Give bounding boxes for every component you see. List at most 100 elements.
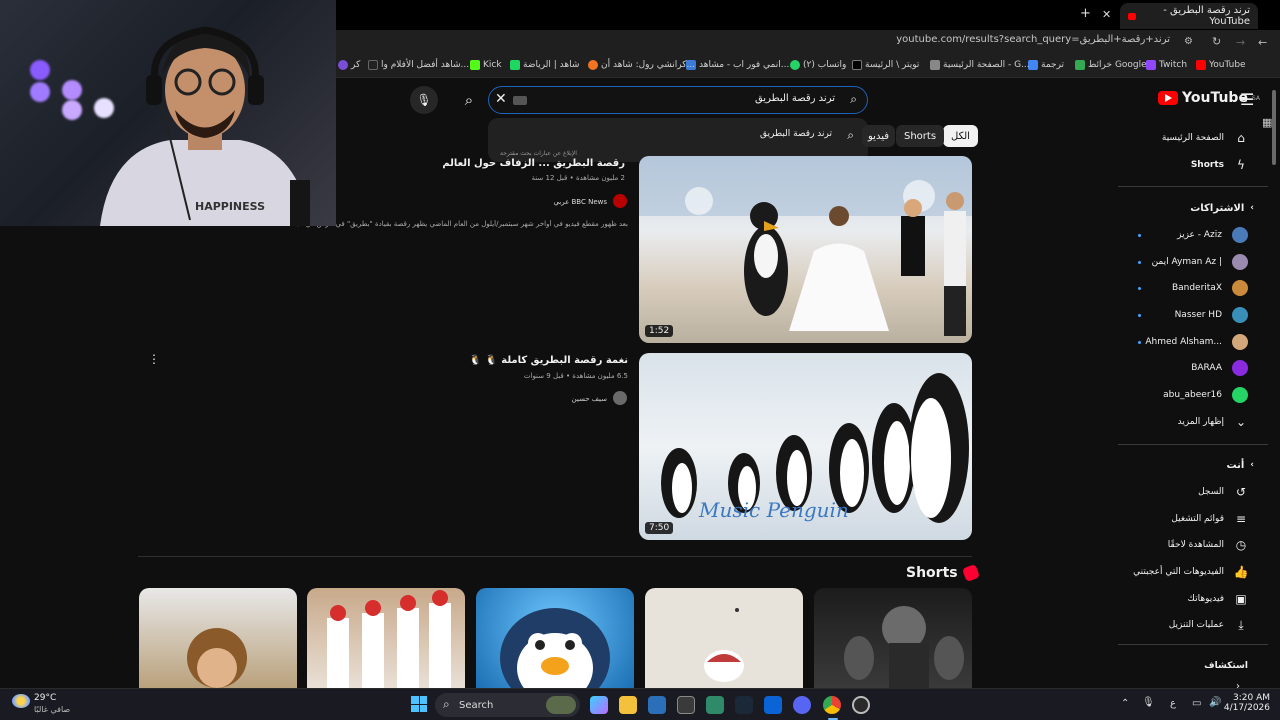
search-input[interactable]: ⌕ ترند رقصة البطريق ✕ — [488, 86, 868, 114]
sidebar-item-watch-later[interactable]: المشاهدة لاحقًا ◷ — [1118, 533, 1268, 557]
shorts-card[interactable] — [645, 588, 803, 688]
sidebar-item-history[interactable]: السجل ↺ — [1118, 480, 1268, 504]
more-options-icon[interactable]: ⋮ — [148, 352, 160, 366]
back-arrow-icon[interactable]: ← — [1258, 36, 1267, 49]
bookmark-translate[interactable]: ترجمة — [1028, 60, 1064, 70]
shorts-card[interactable] — [307, 588, 465, 688]
bookmark-twitch[interactable]: Twitch — [1146, 60, 1187, 70]
tab-title: ترند رقصة البطريق - YouTube — [1163, 5, 1250, 27]
video-meta: 2 مليون مشاهدة • قبل 12 سنة — [531, 174, 625, 182]
playlists-icon: ≡ — [1235, 512, 1247, 526]
svg-text:HAPPINESS: HAPPINESS — [195, 200, 265, 213]
taskbar-search[interactable]: ⌕ Search — [435, 693, 580, 717]
shorts-section-title: Shorts — [906, 564, 980, 582]
crunchyroll-icon — [588, 60, 598, 70]
sidebar-item-playlists[interactable]: قوائم التشغيل ≡ — [1118, 507, 1268, 531]
bookmark-youtube[interactable]: YouTube — [1196, 60, 1246, 70]
new-content-dot — [1138, 341, 1141, 344]
bookmark-maps[interactable]: خرائط Google — [1075, 60, 1147, 70]
video-title[interactable]: نغمة رقصة البطريق كاملة 🐧 🐧 — [469, 355, 628, 366]
bookmark-twitter[interactable]: تويتر \ الرئيسة — [852, 60, 919, 70]
new-tab-button[interactable]: + — [1080, 6, 1091, 21]
twitch-icon — [1146, 60, 1156, 70]
close-tab-icon[interactable]: ✕ — [1102, 8, 1111, 21]
clear-search-icon[interactable]: ✕ — [495, 91, 507, 107]
forward-arrow-icon[interactable]: → — [1236, 36, 1245, 49]
chip-all[interactable]: الكل — [943, 125, 978, 147]
microphone-tray-icon[interactable]: 🎙 — [1142, 697, 1155, 708]
sidebar-item-sub[interactable]: abu_abeer16 — [1118, 383, 1268, 407]
shorts-card[interactable] — [814, 588, 972, 688]
app-icon[interactable] — [706, 696, 724, 714]
weather-temperature[interactable]: 29°C — [34, 693, 56, 703]
bookmark-whatsapp[interactable]: (٢) واتساب — [790, 60, 846, 70]
bookmark-shahid-sports[interactable]: شاهد | الرياضة — [510, 60, 579, 70]
video-meta: 6.5 مليون مشاهدة • قبل 9 سنوات — [523, 372, 628, 380]
microphone-icon: 🎙 — [416, 93, 432, 107]
report-suggestions-link[interactable]: الإبلاغ عن عبارات بحث مقترحة — [500, 150, 577, 157]
chip-video[interactable]: فيديو — [862, 125, 895, 147]
windows-start-icon[interactable] — [411, 696, 427, 712]
keyboard-icon[interactable] — [513, 96, 527, 105]
light-panel — [30, 82, 50, 102]
channel-avatar[interactable] — [613, 391, 627, 405]
bookmark-crunchyroll[interactable]: كرانشي رول: شاهد أن... — [588, 60, 695, 70]
bookmark-shahid-movies[interactable]: شاهد أفضل الأفلام وا... — [368, 60, 469, 70]
light-panel — [30, 60, 50, 80]
store-icon[interactable] — [677, 696, 695, 714]
you-header[interactable]: أنت ‹ — [1118, 453, 1268, 477]
show-hidden-icons[interactable]: ⌃ — [1121, 698, 1129, 709]
suggestion-item[interactable]: ترند رقصة البطريق — [760, 129, 832, 139]
sidebar-item-home[interactable]: الصفحة الرئيسية ⌂ — [1118, 126, 1268, 150]
your-videos-icon: ▣ — [1235, 592, 1247, 606]
shorts-thumbnail-image — [500, 608, 610, 688]
video-thumbnail[interactable]: 1:52 — [639, 156, 972, 343]
network-icon[interactable]: ▭ — [1192, 698, 1201, 709]
watch-later-icon: ◷ — [1235, 538, 1247, 552]
page-scrollbar[interactable] — [1272, 90, 1276, 165]
volume-icon[interactable]: 🔊 — [1209, 697, 1221, 708]
whatsapp-icon — [790, 60, 800, 70]
sidebar-item-sub[interactable]: BARAA — [1118, 356, 1268, 380]
reload-icon[interactable]: ↻ — [1212, 35, 1221, 48]
avatar — [1232, 387, 1248, 403]
subscriptions-header[interactable]: الاشتراكات ‹ — [1118, 196, 1268, 220]
sidebar-item-liked[interactable]: الفيديوهات التي أعجبتني 👍 — [1118, 560, 1268, 584]
shorts-card[interactable] — [139, 588, 297, 688]
show-more-button[interactable]: إظهار المزيد ⌄ — [1118, 410, 1268, 434]
sidebar-item-downloads[interactable]: عمليات التنزيل ⤓ — [1118, 613, 1268, 637]
new-content-dot — [1138, 261, 1141, 264]
copilot-icon[interactable] — [590, 696, 608, 714]
suggestion-search-icon: ⌕ — [847, 128, 854, 142]
bookmark-kick[interactable]: Kick — [470, 60, 502, 70]
chip-shorts[interactable]: Shorts — [896, 125, 945, 147]
voice-search-button[interactable]: 🎙 — [410, 86, 438, 114]
mail-icon[interactable] — [764, 696, 782, 714]
channel-avatar[interactable] — [613, 194, 627, 208]
sidebar-item-shorts[interactable]: Shorts ϟ — [1118, 153, 1268, 177]
youtube-logo[interactable]: YouTube SA — [1158, 90, 1260, 106]
history-icon: ↺ — [1235, 485, 1247, 499]
language-indicator[interactable]: ع — [1170, 698, 1176, 709]
clock[interactable]: 3:20 AM 4/17/2026 — [1224, 693, 1270, 713]
file-explorer-icon[interactable] — [619, 696, 637, 714]
bookmark-home-g[interactable]: الصفحة الرئيسية - G... — [930, 60, 1030, 70]
obs-icon[interactable] — [852, 696, 870, 714]
bookmark-kr[interactable]: كر — [338, 60, 360, 70]
site-settings-icon[interactable]: ⚙ — [1184, 36, 1193, 47]
sidebar-item-your-videos[interactable]: فيديوهاتك ▣ — [1118, 587, 1268, 611]
channel-name[interactable]: سيف حسين — [572, 395, 607, 403]
shorts-card[interactable] — [476, 588, 634, 688]
tab-youtube[interactable]: ترند رقصة البطريق - YouTube — [1120, 3, 1258, 29]
app-icon[interactable] — [648, 696, 666, 714]
url-field[interactable]: youtube.com/results?search_query=ترند+رق… — [896, 34, 1170, 45]
search-button[interactable]: ⌕ — [455, 86, 483, 114]
bookmark-anime4up[interactable]: انمي فور اب - مشاهد... — [686, 60, 789, 70]
steam-icon[interactable] — [735, 696, 753, 714]
weather-icon[interactable] — [12, 694, 30, 708]
discord-icon[interactable] — [793, 696, 811, 714]
video-thumbnail[interactable]: Music Penguin 7:50 — [639, 353, 972, 540]
video-title[interactable]: رقصة البطريق ... الزفاف حول العالم — [442, 158, 625, 169]
channel-name[interactable]: BBC News عربي — [553, 198, 607, 206]
chrome-icon[interactable] — [823, 696, 841, 714]
